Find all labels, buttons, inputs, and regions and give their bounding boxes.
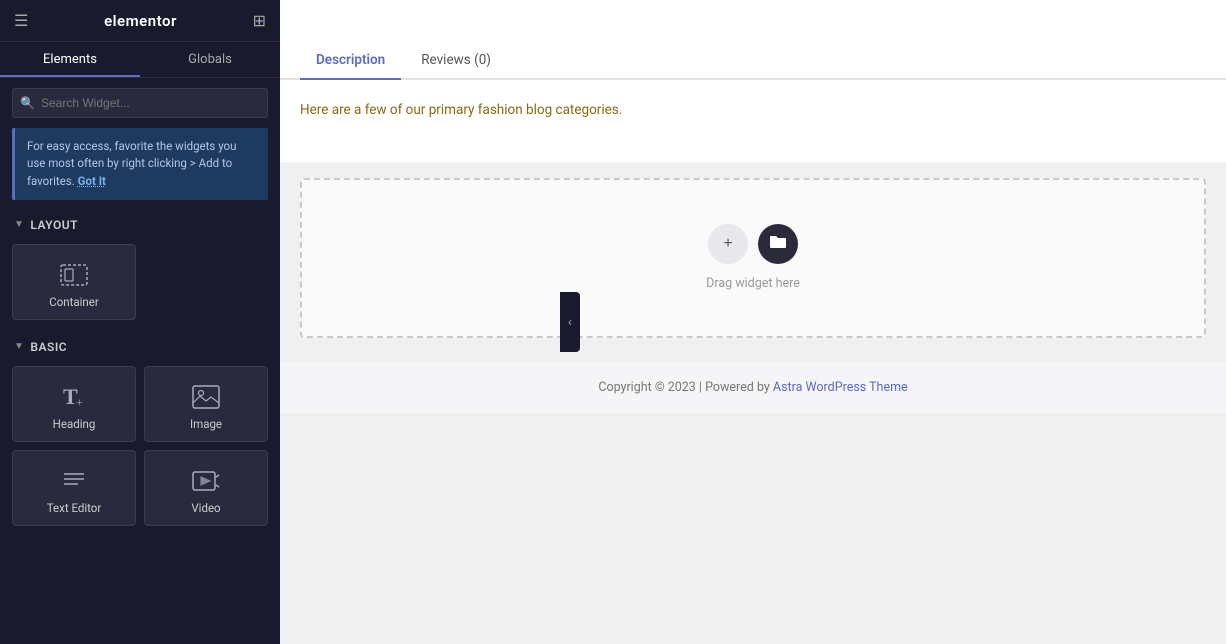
layout-section-header[interactable]: ▼ Layout bbox=[0, 210, 280, 240]
text-editor-icon bbox=[58, 467, 90, 495]
widget-heading[interactable]: T + Heading bbox=[12, 366, 136, 442]
logo-title: elementor bbox=[104, 12, 177, 30]
open-template-button[interactable] bbox=[758, 224, 798, 264]
image-label: Image bbox=[190, 417, 222, 431]
widget-image[interactable]: Image bbox=[144, 366, 268, 442]
hamburger-icon[interactable]: ☰ bbox=[14, 11, 28, 30]
container-label: Container bbox=[49, 295, 99, 309]
footer-link[interactable]: Astra WordPress Theme bbox=[773, 380, 908, 395]
tab-globals[interactable]: Globals bbox=[140, 42, 280, 77]
basic-section-label: Basic bbox=[30, 340, 67, 354]
video-label: Video bbox=[191, 501, 220, 515]
container-icon bbox=[58, 261, 90, 289]
widget-text-editor[interactable]: Text Editor bbox=[12, 450, 136, 526]
drop-zone: + Drag widget here bbox=[300, 178, 1206, 338]
collapse-icon: ‹ bbox=[568, 315, 572, 329]
left-panel: ☰ elementor ⊞ Elements Globals 🔍 For eas… bbox=[0, 0, 280, 644]
page-content-top bbox=[280, 0, 1226, 40]
search-icon: 🔍 bbox=[20, 96, 35, 110]
heading-label: Heading bbox=[53, 417, 96, 431]
video-icon bbox=[190, 467, 222, 495]
tab-description[interactable]: Description bbox=[300, 40, 401, 78]
tab-reviews[interactable]: Reviews (0) bbox=[405, 40, 507, 78]
panel-header: ☰ elementor ⊞ bbox=[0, 0, 280, 42]
tip-text: For easy access, favorite the widgets yo… bbox=[27, 139, 236, 188]
panel-tabs: Elements Globals bbox=[0, 42, 280, 78]
widget-video[interactable]: Video bbox=[144, 450, 268, 526]
description-text: Here are a few of our primary fashion bl… bbox=[300, 100, 1206, 122]
widget-container[interactable]: Container bbox=[12, 244, 136, 320]
heading-icon: T + bbox=[58, 383, 90, 411]
folder-icon bbox=[769, 235, 787, 254]
canvas-footer: Copyright © 2023 | Powered by Astra Word… bbox=[280, 362, 1226, 413]
basic-section-header[interactable]: ▼ Basic bbox=[0, 332, 280, 362]
panel-scroll: ▼ Layout Container ▼ Basic bbox=[0, 210, 280, 644]
grid-icon[interactable]: ⊞ bbox=[253, 11, 266, 30]
svg-text:+: + bbox=[76, 395, 83, 409]
image-icon bbox=[190, 383, 222, 411]
plus-icon: + bbox=[723, 235, 732, 253]
layout-arrow-icon: ▼ bbox=[14, 219, 24, 230]
drop-zone-label: Drag widget here bbox=[706, 276, 800, 291]
search-container: 🔍 bbox=[0, 78, 280, 128]
add-widget-button[interactable]: + bbox=[708, 224, 748, 264]
drop-zone-buttons: + bbox=[708, 224, 798, 264]
description-content: Here are a few of our primary fashion bl… bbox=[280, 80, 1226, 152]
tab-elements[interactable]: Elements bbox=[0, 42, 140, 77]
layout-widget-grid: Container bbox=[0, 240, 280, 332]
tip-box: For easy access, favorite the widgets yo… bbox=[12, 128, 268, 200]
product-tabs-bar: Description Reviews (0) bbox=[280, 40, 1226, 80]
footer-text-before: Copyright © 2023 | Powered by bbox=[598, 380, 773, 395]
collapse-panel-button[interactable]: ‹ bbox=[560, 292, 580, 352]
canvas-area: Description Reviews (0) Here are a few o… bbox=[280, 0, 1226, 644]
content-spacer bbox=[280, 152, 1226, 162]
got-it-link[interactable]: Got It bbox=[78, 174, 106, 188]
search-input[interactable] bbox=[12, 88, 268, 118]
basic-widget-grid: T + Heading Image bbox=[0, 362, 280, 538]
layout-section-label: Layout bbox=[30, 218, 78, 232]
basic-arrow-icon: ▼ bbox=[14, 341, 24, 352]
text-editor-label: Text Editor bbox=[47, 501, 102, 515]
